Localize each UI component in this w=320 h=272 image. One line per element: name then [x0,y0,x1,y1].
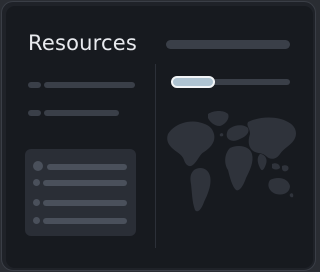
list-card[interactable] [25,149,136,236]
list-item-4-line[interactable] [43,218,127,224]
right-header-placeholder [166,40,290,49]
resources-panel: Resources [6,6,313,268]
list-item-2-bullet [33,179,40,186]
list-item-2-line[interactable] [43,180,127,186]
row-2-text[interactable] [44,110,119,116]
row-1-bullet [28,82,41,88]
list-item-1-bullet [33,161,43,171]
panel-title: Resources [28,31,138,55]
window-frame: Resources [1,1,316,271]
slider-thumb[interactable] [171,76,215,88]
column-divider [155,64,156,248]
list-item-4-bullet [33,217,40,224]
list-item-3-line[interactable] [43,200,127,206]
list-item-1-line[interactable] [47,164,127,170]
row-1-text[interactable] [44,82,135,88]
list-item-3-bullet [33,199,40,206]
world-map-icon [167,111,296,212]
row-2-bullet [28,110,41,116]
